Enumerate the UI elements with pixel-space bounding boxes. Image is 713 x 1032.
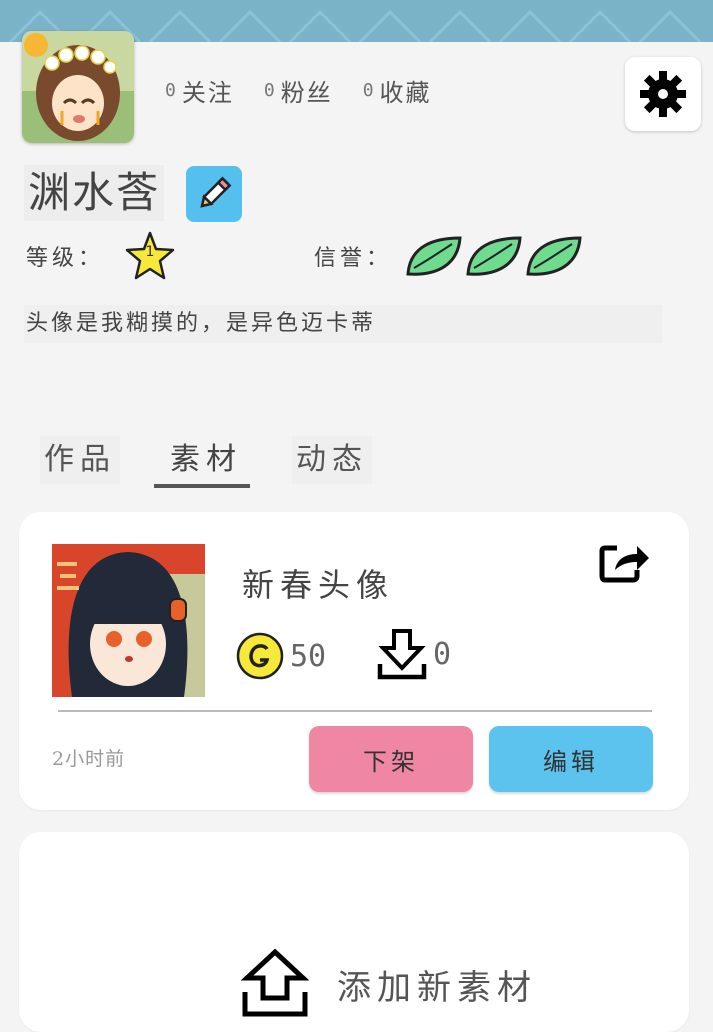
pencil-icon: [200, 176, 232, 208]
edit-material-button[interactable]: 编辑: [489, 726, 653, 792]
profile-stats: 0 关注 0 粉丝 0 收藏: [165, 73, 462, 107]
level-value: 1: [145, 244, 155, 260]
profile-tabs: 作品 素材 动态: [40, 436, 418, 484]
material-downloads[interactable]: 0: [377, 628, 451, 680]
add-material-label: 添加新素材: [337, 968, 537, 1008]
coin-icon: [236, 632, 284, 680]
stat-followers[interactable]: 0 粉丝: [264, 73, 333, 108]
material-price: 50: [236, 632, 326, 680]
unlist-button[interactable]: 下架: [309, 726, 473, 792]
stat-favorites-count: 0: [362, 79, 376, 101]
material-price-value: 50: [290, 638, 327, 674]
level-label: 等级：: [26, 246, 105, 271]
stat-favorites[interactable]: 0 收藏: [363, 73, 432, 108]
stat-following[interactable]: 0 关注: [165, 73, 234, 108]
stat-followers-count: 0: [263, 79, 277, 101]
material-thumbnail[interactable]: [52, 544, 205, 697]
material-card: 新春头像 50 0 2小时前 下架 编辑: [19, 512, 689, 810]
upload-icon: [241, 948, 309, 1017]
share-icon: [599, 545, 649, 583]
stat-favorites-label: 收藏: [379, 78, 432, 107]
stat-followers-label: 粉丝: [280, 78, 333, 107]
download-icon: [377, 629, 427, 680]
material-time: 2小时前: [52, 748, 126, 770]
material-title: 新春头像: [242, 566, 395, 604]
tab-works[interactable]: 作品: [40, 436, 120, 484]
leaf-icon: [526, 236, 582, 276]
share-button[interactable]: [599, 540, 651, 584]
level-badge: 1: [124, 230, 176, 282]
add-material-card[interactable]: 添加新素材: [19, 832, 689, 1032]
credit-rating: [404, 234, 584, 278]
leaf-icon: [466, 236, 522, 276]
profile-avatar[interactable]: [22, 31, 134, 143]
gear-icon: [640, 71, 686, 117]
tab-materials[interactable]: 素材: [166, 436, 246, 484]
leaf-icon: [406, 236, 462, 276]
username: 渊水莟: [24, 165, 165, 221]
edit-name-button[interactable]: [186, 166, 242, 222]
active-tab-indicator: [154, 484, 250, 488]
material-downloads-count: 0: [433, 636, 452, 672]
stat-following-label: 关注: [181, 78, 234, 107]
credit-label: 信誉：: [314, 246, 393, 271]
card-divider: [58, 710, 652, 712]
tab-activity[interactable]: 动态: [292, 436, 372, 484]
settings-button[interactable]: [625, 57, 701, 131]
stat-following-count: 0: [165, 79, 178, 101]
profile-bio: 头像是我糊摸的，是异色迈卡蒂: [24, 305, 662, 343]
